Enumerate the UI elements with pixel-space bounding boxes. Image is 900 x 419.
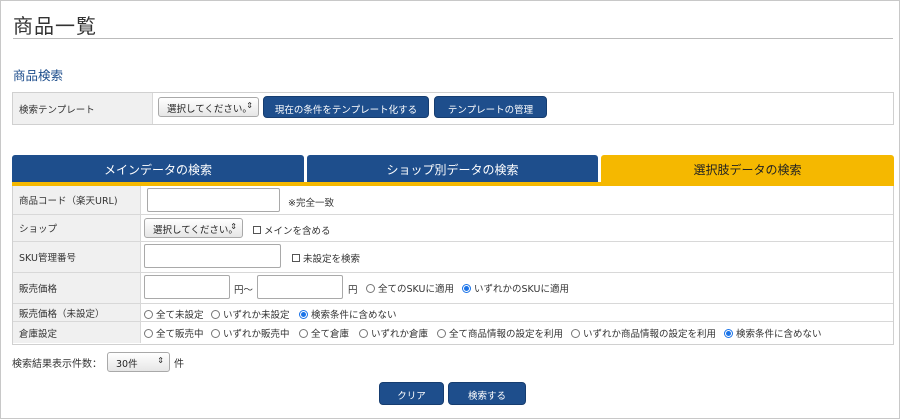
warehouse-all-product-label: 全て商品情報の設定を利用 bbox=[449, 329, 564, 340]
shop-select-value: 選択してください。 bbox=[153, 225, 238, 236]
results-count-value: 30件 bbox=[116, 359, 138, 370]
sku-input[interactable] bbox=[144, 244, 281, 268]
warehouse-row: 倉庫設定 全て販売中 いずれか販売中 全て倉庫 いずれか倉庫 全て商品情報の設定… bbox=[13, 322, 893, 343]
sku-row: SKU管理番号 未設定を検索 bbox=[13, 242, 893, 273]
select-arrows-icon: ⇕ bbox=[157, 356, 164, 365]
exact-match-note: ※完全一致 bbox=[288, 198, 334, 209]
price-unset-row: 販売価格（未設定） 全て未設定 いずれか未設定 検索条件に含めない bbox=[13, 304, 893, 322]
radio-icon bbox=[211, 328, 220, 338]
warehouse-any-selling-radio[interactable]: いずれか販売中 bbox=[211, 326, 290, 340]
select-arrows-icon: ⇕ bbox=[230, 222, 237, 231]
shop-row: ショップ 選択してください。 ⇕ メインを含める bbox=[13, 215, 893, 242]
section-title: 商品検索 bbox=[13, 68, 64, 83]
radio-icon bbox=[359, 328, 368, 338]
warehouse-all-selling-radio[interactable]: 全て販売中 bbox=[144, 326, 204, 340]
price-unset-any-radio[interactable]: いずれか未設定 bbox=[211, 307, 290, 321]
radio-selected-icon bbox=[299, 309, 308, 319]
radio-icon bbox=[366, 283, 375, 293]
price-to-unit: 円 bbox=[348, 285, 358, 296]
page-frame: 商品一覧 商品検索 検索テンプレート 選択してください。 ⇕ 現在の条件をテンプ… bbox=[0, 0, 900, 419]
radio-icon bbox=[571, 328, 580, 338]
manage-template-button[interactable]: テンプレートの管理 bbox=[434, 96, 547, 118]
warehouse-exclude-label: 検索条件に含めない bbox=[736, 329, 822, 340]
select-arrows-icon: ⇕ bbox=[246, 101, 253, 110]
sku-label: SKU管理番号 bbox=[13, 242, 141, 272]
sku-unset-checkbox[interactable]: 未設定を検索 bbox=[292, 251, 360, 265]
warehouse-all-product-radio[interactable]: 全て商品情報の設定を利用 bbox=[437, 326, 563, 340]
tab-option-data[interactable]: 選択肢データの検索 bbox=[601, 155, 894, 183]
product-code-input[interactable] bbox=[147, 188, 280, 212]
product-code-row: 商品コード（楽天URL) ※完全一致 bbox=[13, 186, 893, 215]
price-unset-all-radio[interactable]: 全て未設定 bbox=[144, 307, 204, 321]
shop-label: ショップ bbox=[13, 215, 141, 241]
warehouse-all-stock-label: 全て倉庫 bbox=[311, 329, 350, 340]
create-template-button[interactable]: 現在の条件をテンプレート化する bbox=[263, 96, 429, 118]
radio-icon bbox=[437, 328, 446, 338]
price-all-sku-label: 全てのSKUに適用 bbox=[378, 284, 454, 295]
results-count-unit: 件 bbox=[174, 359, 184, 370]
results-count-label: 検索結果表示件数： bbox=[12, 359, 102, 370]
template-label: 検索テンプレート bbox=[13, 93, 153, 124]
radio-icon bbox=[299, 328, 308, 338]
radio-selected-icon bbox=[724, 328, 733, 338]
price-from-input[interactable] bbox=[144, 275, 230, 299]
price-unset-exclude-label: 検索条件に含めない bbox=[311, 310, 397, 321]
radio-selected-icon bbox=[462, 283, 471, 293]
include-main-checkbox[interactable]: メインを含める bbox=[253, 223, 331, 237]
price-any-sku-label: いずれかのSKUに適用 bbox=[474, 284, 569, 295]
price-from-unit: 円～ bbox=[234, 285, 254, 296]
include-main-label: メインを含める bbox=[264, 226, 331, 237]
template-select[interactable]: 選択してください。 ⇕ bbox=[158, 97, 259, 117]
warehouse-label: 倉庫設定 bbox=[13, 322, 141, 343]
search-form: 商品コード（楽天URL) ※完全一致 ショップ 選択してください。 ⇕ メインを… bbox=[12, 186, 894, 345]
warehouse-any-stock-label: いずれか倉庫 bbox=[371, 329, 429, 340]
price-row: 販売価格 円～ 円 全てのSKUに適用 いずれかのSKUに適用 bbox=[13, 273, 893, 304]
radio-icon bbox=[211, 309, 220, 319]
warehouse-exclude-radio[interactable]: 検索条件に含めない bbox=[724, 326, 822, 340]
title-divider bbox=[13, 38, 893, 39]
price-to-input[interactable] bbox=[257, 275, 343, 299]
warehouse-all-stock-radio[interactable]: 全て倉庫 bbox=[299, 326, 349, 340]
radio-icon bbox=[144, 309, 153, 319]
warehouse-all-selling-label: 全て販売中 bbox=[156, 329, 204, 340]
price-any-sku-radio[interactable]: いずれかのSKUに適用 bbox=[462, 281, 569, 295]
warehouse-any-stock-radio[interactable]: いずれか倉庫 bbox=[359, 326, 428, 340]
price-unset-label: 販売価格（未設定） bbox=[13, 304, 141, 321]
price-label: 販売価格 bbox=[13, 273, 141, 303]
shop-select[interactable]: 選択してください。 ⇕ bbox=[144, 218, 243, 238]
warehouse-any-selling-label: いずれか販売中 bbox=[223, 329, 290, 340]
tab-shop-data[interactable]: ショップ別データの検索 bbox=[307, 155, 598, 183]
search-button[interactable]: 検索する bbox=[448, 382, 526, 405]
search-tabs: メインデータの検索 ショップ別データの検索 選択肢データの検索 bbox=[12, 155, 894, 183]
template-select-value: 選択してください。 bbox=[167, 104, 252, 115]
checkbox-icon bbox=[292, 254, 300, 262]
tab-main-data[interactable]: メインデータの検索 bbox=[12, 155, 304, 183]
page-title: 商品一覧 bbox=[13, 14, 97, 38]
price-unset-any-label: いずれか未設定 bbox=[223, 310, 290, 321]
sku-unset-label: 未設定を検索 bbox=[303, 254, 361, 265]
price-unset-all-label: 全て未設定 bbox=[156, 310, 204, 321]
template-row: 検索テンプレート 選択してください。 ⇕ 現在の条件をテンプレート化する テンプ… bbox=[12, 92, 894, 125]
warehouse-any-product-label: いずれか商品情報の設定を利用 bbox=[583, 329, 717, 340]
checkbox-icon bbox=[253, 226, 261, 234]
clear-button[interactable]: クリア bbox=[379, 382, 444, 405]
price-unset-exclude-radio[interactable]: 検索条件に含めない bbox=[299, 307, 397, 321]
radio-icon bbox=[144, 328, 153, 338]
results-count-select[interactable]: 30件 ⇕ bbox=[107, 352, 170, 372]
warehouse-any-product-radio[interactable]: いずれか商品情報の設定を利用 bbox=[571, 326, 716, 340]
price-all-sku-radio[interactable]: 全てのSKUに適用 bbox=[366, 281, 454, 295]
product-code-label: 商品コード（楽天URL) bbox=[13, 186, 141, 214]
